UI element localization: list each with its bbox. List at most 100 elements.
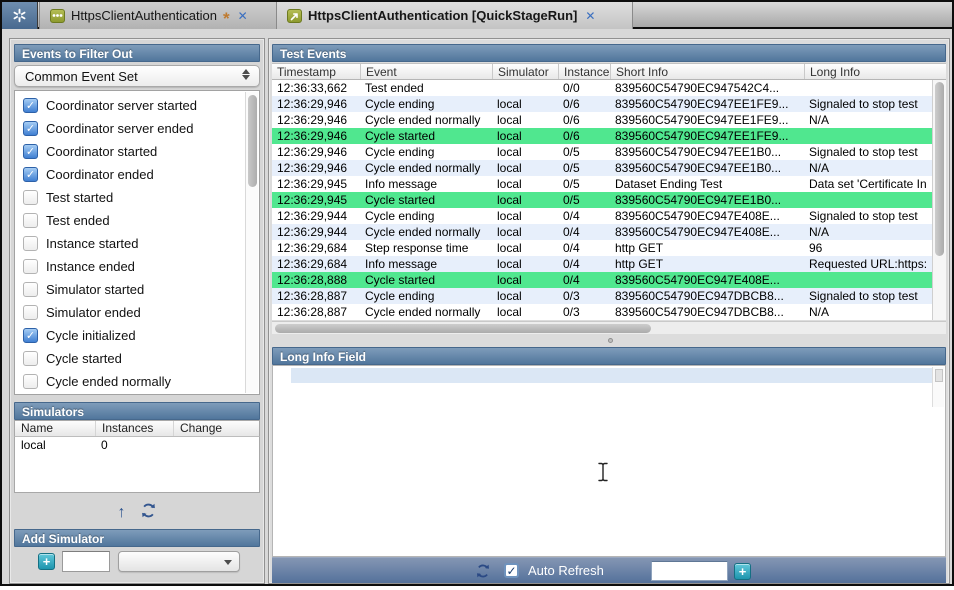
refresh-icon[interactable] <box>475 563 491 584</box>
simulator-row[interactable]: local0 <box>15 437 259 454</box>
test-event-row[interactable]: 12:36:29,946Cycle startedlocal0/6839560C… <box>272 128 946 144</box>
tab-bar: HttpsClientAuthentication * ✕ HttpsClien… <box>2 2 952 29</box>
column-header[interactable]: Short Info <box>610 64 804 79</box>
filter-item[interactable]: ✓Cycle initialized <box>15 324 259 347</box>
filter-item[interactable]: Instance started <box>15 232 259 255</box>
plus-icon[interactable]: + <box>734 563 751 580</box>
cell: 0/3 <box>558 304 610 320</box>
filter-item[interactable]: Simulator started <box>15 278 259 301</box>
checkbox[interactable]: ✓ <box>23 98 38 113</box>
cell: http GET <box>610 240 804 256</box>
filter-item[interactable]: ✓Coordinator ended <box>15 163 259 186</box>
test-event-row[interactable]: 12:36:28,888Cycle startedlocal0/4839560C… <box>272 272 946 288</box>
test-event-row[interactable]: 12:36:29,946Cycle endinglocal0/6839560C5… <box>272 96 946 112</box>
list-scrollbar[interactable] <box>245 92 258 393</box>
scrollbar-thumb[interactable] <box>935 369 943 382</box>
test-event-row[interactable]: 12:36:29,684Step response timelocal0/4ht… <box>272 240 946 256</box>
test-event-row[interactable]: 12:36:29,944Cycle ended normallylocal0/4… <box>272 224 946 240</box>
tab-test-document[interactable]: HttpsClientAuthentication * ✕ <box>39 2 277 29</box>
checkbox[interactable]: ✓ <box>23 328 38 343</box>
cell: 0/5 <box>558 144 610 160</box>
checkbox[interactable] <box>23 305 38 320</box>
test-event-row[interactable]: 12:36:29,944Cycle endinglocal0/4839560C5… <box>272 208 946 224</box>
test-event-row[interactable]: 12:36:29,946Cycle ended normallylocal0/6… <box>272 112 946 128</box>
filter-item[interactable]: ✓Coordinator started <box>15 140 259 163</box>
column-header[interactable]: Instance <box>558 64 610 79</box>
simulator-type-select[interactable] <box>118 551 240 572</box>
tab-quick-stage-run[interactable]: HttpsClientAuthentication [QuickStageRun… <box>277 2 633 29</box>
app-menu-button[interactable] <box>2 2 38 29</box>
filter-item[interactable]: Simulator ended <box>15 301 259 324</box>
chevron-down-icon <box>224 560 232 565</box>
test-event-row[interactable]: 12:36:29,945Cycle startedlocal0/5839560C… <box>272 192 946 208</box>
test-event-row[interactable]: 12:36:29,945Info messagelocal0/5Dataset … <box>272 176 946 192</box>
test-event-row[interactable]: 12:36:28,887Cycle ended normallylocal0/3… <box>272 304 946 320</box>
scrollbar-thumb[interactable] <box>275 324 651 333</box>
filter-item-label: Test started <box>46 190 113 205</box>
cell: 0/4 <box>558 272 610 288</box>
test-events-header: TimestampEventSimulatorInstanceShort Inf… <box>272 63 946 80</box>
column-header[interactable]: Timestamp <box>272 64 360 79</box>
column-header[interactable]: Name <box>15 421 95 436</box>
refresh-icon[interactable] <box>140 502 157 524</box>
events-horizontal-scrollbar[interactable] <box>272 321 946 334</box>
close-tab-icon[interactable]: ✕ <box>585 9 595 23</box>
cell: 0/6 <box>558 112 610 128</box>
cell: 12:36:28,888 <box>272 272 360 288</box>
cell: 0/4 <box>558 240 610 256</box>
cell: Cycle started <box>360 272 492 288</box>
up-arrow-icon[interactable]: ↑ <box>118 505 126 521</box>
cell: 12:36:33,662 <box>272 80 360 96</box>
column-header[interactable]: Instances <box>95 421 173 436</box>
test-event-row[interactable]: 12:36:29,946Cycle ended normallylocal0/5… <box>272 160 946 176</box>
cell: 0/3 <box>558 288 610 304</box>
column-header[interactable]: Simulator <box>492 64 558 79</box>
checkbox[interactable] <box>23 282 38 297</box>
filter-item[interactable]: Test started <box>15 186 259 209</box>
auto-refresh-checkbox[interactable]: ✓ <box>504 563 519 578</box>
tab-label: HttpsClientAuthentication <box>71 8 217 23</box>
filter-item[interactable]: Test ended <box>15 209 259 232</box>
cell: 12:36:29,684 <box>272 240 360 256</box>
column-header[interactable]: Change <box>173 421 259 436</box>
cell: 839560C54790EC947E408E... <box>610 272 804 288</box>
filter-item[interactable]: Cycle started <box>15 347 259 370</box>
filter-item[interactable]: ✓Coordinator server ended <box>15 117 259 140</box>
column-header[interactable]: Event <box>360 64 492 79</box>
refresh-interval-input[interactable] <box>651 561 728 581</box>
cell: 839560C54790EC947EE1FE9... <box>610 112 804 128</box>
long-info-scrollbar[interactable] <box>932 367 944 407</box>
event-set-select[interactable]: Common Event Set <box>14 65 260 87</box>
cell: 839560C54790EC947EE1B0... <box>610 160 804 176</box>
checkbox[interactable] <box>23 351 38 366</box>
long-info-content[interactable] <box>272 365 946 557</box>
cell: 0 <box>95 437 173 454</box>
cell: Dataset Ending Test <box>610 176 804 192</box>
checkbox[interactable]: ✓ <box>23 167 38 182</box>
filter-item[interactable]: Instance ended <box>15 255 259 278</box>
scrollbar-thumb[interactable] <box>935 82 944 256</box>
filter-item[interactable]: Cycle ended normally <box>15 370 259 393</box>
events-vertical-scrollbar[interactable] <box>932 80 946 320</box>
test-event-row[interactable]: 12:36:33,662Test ended0/0839560C54790EC9… <box>272 80 946 96</box>
checkbox[interactable]: ✓ <box>23 144 38 159</box>
checkbox[interactable]: ✓ <box>23 121 38 136</box>
test-event-row[interactable]: 12:36:28,887Cycle endinglocal0/3839560C5… <box>272 288 946 304</box>
checkbox[interactable] <box>23 374 38 389</box>
cell: 12:36:29,944 <box>272 224 360 240</box>
plus-icon[interactable]: + <box>38 553 55 570</box>
checkbox[interactable] <box>23 190 38 205</box>
refresh-toolbar: ✓ Auto Refresh + <box>272 557 946 583</box>
split-divider[interactable] <box>272 334 946 347</box>
column-header[interactable]: Long Info <box>804 64 946 79</box>
test-event-row[interactable]: 12:36:29,684Info messagelocal0/4http GET… <box>272 256 946 272</box>
checkbox[interactable] <box>23 213 38 228</box>
filter-item[interactable]: ✓Coordinator server started <box>15 94 259 117</box>
checkbox[interactable] <box>23 259 38 274</box>
scrollbar-thumb[interactable] <box>248 95 257 187</box>
close-tab-icon[interactable]: ✕ <box>238 9 248 23</box>
test-events-title: Test Events <box>272 44 946 62</box>
checkbox[interactable] <box>23 236 38 251</box>
simulator-name-input[interactable] <box>62 551 110 572</box>
test-event-row[interactable]: 12:36:29,946Cycle endinglocal0/5839560C5… <box>272 144 946 160</box>
